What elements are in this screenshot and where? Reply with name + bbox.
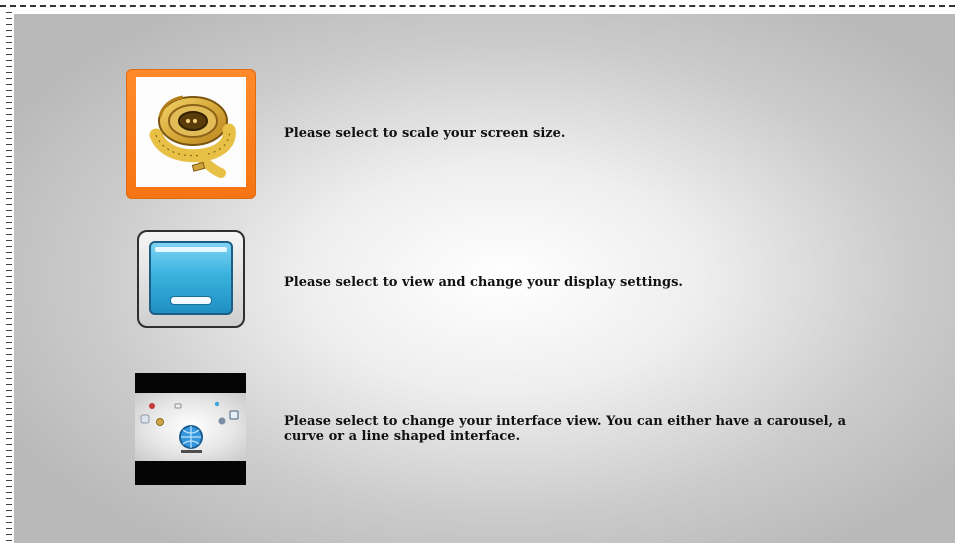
- scale-screen-button[interactable]: [126, 69, 256, 199]
- tape-measure-icon: [136, 77, 246, 187]
- settings-screen: Please select to scale your screen size.…: [0, 0, 955, 543]
- interface-view-icon: [135, 393, 246, 461]
- scale-screen-text: Please select to scale your screen size.: [284, 126, 566, 141]
- display-icon-bottom-bar: [171, 297, 211, 304]
- interface-view-button[interactable]: [135, 373, 246, 485]
- interface-view-text: Please select to change your interface v…: [284, 414, 847, 444]
- display-icon-top-bar: [155, 247, 227, 252]
- display-settings-icon: [149, 241, 233, 315]
- left-ruler: [6, 12, 12, 543]
- display-settings-text: Please select to view and change your di…: [284, 275, 683, 290]
- display-settings-button[interactable]: [137, 230, 245, 328]
- top-dashed-border: [0, 5, 955, 7]
